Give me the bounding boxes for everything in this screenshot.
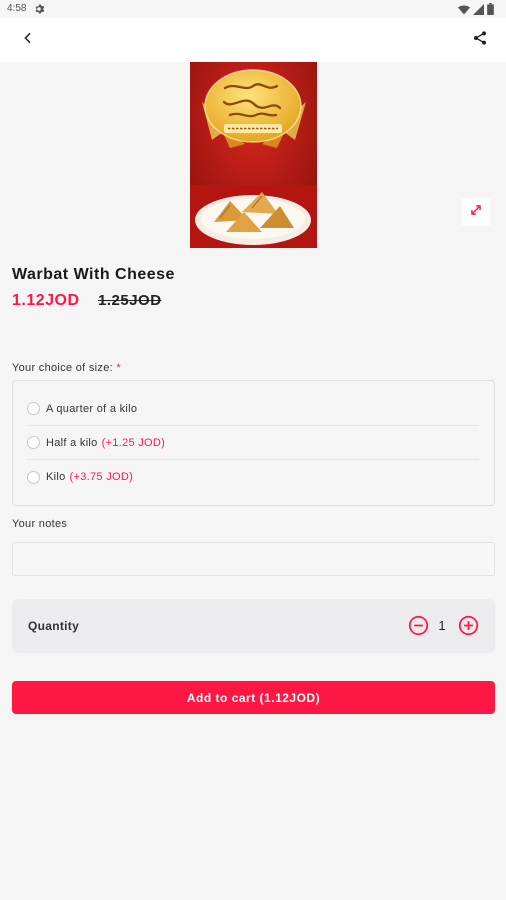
size-choice-text: Your choice of size: [12,362,113,374]
option-label: Kilo [46,471,66,483]
option-extra-price: (+1.25 JOD) [101,436,166,449]
app-bar [0,18,506,62]
notes-input[interactable] [12,542,495,576]
increase-quantity-button[interactable] [458,615,479,636]
option-label: Half a kilo [46,436,98,449]
product-price: 1.12JOD [12,292,80,309]
expand-image-button[interactable] [462,198,490,226]
plus-circle-icon [458,615,479,636]
size-option-half-kilo[interactable]: Half a kilo (+1.25 JOD) [27,426,479,460]
status-bar: 4:58 [0,0,506,18]
decrease-quantity-button[interactable] [408,615,429,636]
size-option-kilo[interactable]: Kilo (+3.75 JOD) [27,460,479,494]
size-option-quarter-kilo[interactable]: A quarter of a kilo [27,392,479,426]
chevron-left-icon [21,31,35,50]
radio-button[interactable] [27,436,40,449]
product-image [190,62,317,248]
share-icon [472,30,488,51]
notes-label: Your notes [12,518,68,530]
minus-circle-icon [408,615,429,636]
option-extra-price: (+3.75 JOD) [69,471,134,483]
quantity-stepper: Quantity 1 [12,599,495,653]
size-options-group: A quarter of a kilo Half a kilo (+1.25 J… [12,380,495,506]
product-title: Warbat With Cheese [12,266,175,283]
back-button[interactable] [16,28,40,52]
quantity-label: Quantity [28,619,80,633]
required-marker: * [116,362,121,374]
expand-icon [469,203,483,222]
option-label: A quarter of a kilo [46,402,138,415]
radio-button[interactable] [27,470,40,484]
status-time: 4:58 [7,3,27,14]
size-choice-label: Your choice of size: * [12,362,121,374]
quantity-value: 1 [438,618,446,633]
add-to-cart-button[interactable]: Add to cart (1.12JOD) [12,681,495,714]
share-button[interactable] [468,28,492,52]
radio-button[interactable] [27,402,40,415]
original-price: 1.25JOD [98,292,162,309]
